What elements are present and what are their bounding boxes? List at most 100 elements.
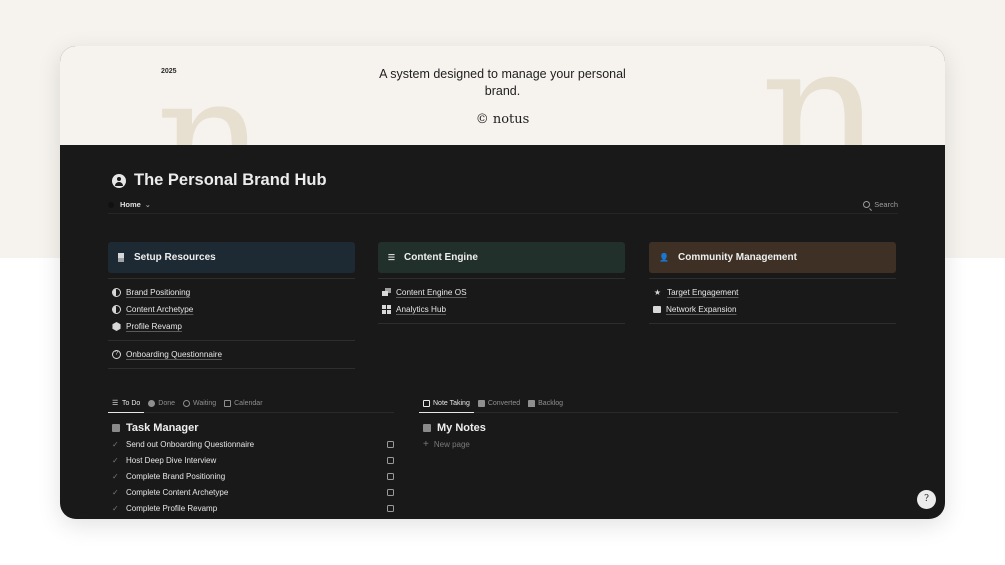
decor-letter-right: n bbox=[760, 46, 882, 145]
page-content: The Personal Brand Hub Home ⌄ Search Set… bbox=[60, 145, 945, 519]
divider bbox=[108, 368, 355, 369]
task-label: Complete Content Archetype bbox=[126, 487, 229, 497]
link-brand-positioning[interactable]: Brand Positioning bbox=[108, 284, 355, 301]
search-label: Search bbox=[874, 200, 898, 209]
link-label: Content Archetype bbox=[126, 305, 194, 314]
checkmark-icon: ✓ bbox=[112, 471, 119, 481]
task-checkbox[interactable] bbox=[387, 488, 394, 496]
tab-label: Calendar bbox=[234, 400, 263, 407]
tab-label: Converted bbox=[487, 400, 521, 407]
task-label: Host Deep Dive Interview bbox=[126, 455, 217, 465]
link-label: Content Engine OS bbox=[396, 288, 467, 297]
list-icon: ☰ bbox=[112, 399, 119, 407]
tab-converted[interactable]: Converted bbox=[474, 395, 524, 413]
checkmark-icon: ✓ bbox=[112, 503, 119, 513]
divider bbox=[378, 323, 625, 324]
link-target-engagement[interactable]: ★ Target Engagement bbox=[649, 284, 896, 301]
task-row[interactable]: ✓ Complete Content Archetype bbox=[108, 484, 394, 500]
task-checkbox[interactable] bbox=[387, 504, 394, 512]
user-circle-icon bbox=[112, 173, 126, 188]
link-analytics-hub[interactable]: Analytics Hub bbox=[378, 301, 625, 318]
notes-database: Note Taking Converted Backlog My Notes +… bbox=[419, 395, 898, 452]
link-list: Brand Positioning Content Archetype Prof… bbox=[108, 279, 355, 335]
tab-label: Waiting bbox=[193, 400, 217, 407]
link-list: Content Engine OS Analytics Hub bbox=[378, 279, 625, 318]
hexagon-icon bbox=[112, 322, 121, 331]
hero-banner: n n 2025 A system designed to manage you… bbox=[60, 46, 945, 145]
task-row[interactable]: ✓ Complete Brand Positioning bbox=[108, 468, 394, 484]
check-circle-icon bbox=[148, 400, 156, 407]
task-view-tabs: ☰ To Do Done Waiting Calendar bbox=[108, 395, 394, 413]
task-checkbox[interactable] bbox=[387, 456, 394, 464]
tab-note-taking[interactable]: Note Taking bbox=[419, 395, 474, 413]
tab-label: Backlog bbox=[538, 400, 564, 407]
contrast-icon bbox=[112, 305, 121, 314]
lock-icon bbox=[528, 400, 536, 407]
home-nav-button[interactable]: Home ⌄ bbox=[108, 200, 151, 209]
content-engine-section: ☰ Content Engine Content Engine OS Analy… bbox=[378, 242, 625, 324]
link-label: Network Expansion bbox=[666, 305, 737, 314]
calendar-icon bbox=[224, 400, 232, 407]
task-row[interactable]: ✓ Host Deep Dive Interview bbox=[108, 452, 394, 468]
callout-title: Content Engine bbox=[404, 252, 478, 263]
notes-icon bbox=[423, 424, 431, 432]
user-check-icon: 👤 bbox=[659, 253, 669, 262]
link-label: Analytics Hub bbox=[396, 305, 447, 314]
notes-view-tabs: Note Taking Converted Backlog bbox=[419, 395, 898, 413]
layers-icon bbox=[382, 288, 391, 297]
stack-icon bbox=[117, 253, 126, 262]
tab-done[interactable]: Done bbox=[144, 395, 179, 413]
link-label: Profile Revamp bbox=[126, 322, 182, 331]
page-title: The Personal Brand Hub bbox=[134, 171, 327, 189]
link-label: Target Engagement bbox=[667, 288, 739, 297]
tab-backlog[interactable]: Backlog bbox=[524, 395, 567, 413]
checkmark-icon: ✓ bbox=[112, 455, 119, 465]
checkmark-icon: ✓ bbox=[112, 439, 119, 449]
setup-resources-section: Setup Resources Brand Positioning Conten… bbox=[108, 242, 355, 369]
community-management-callout: 👤 Community Management bbox=[649, 242, 896, 273]
task-checkbox[interactable] bbox=[387, 440, 394, 448]
new-page-button[interactable]: + New page bbox=[419, 436, 898, 452]
database-title[interactable]: My Notes bbox=[419, 420, 898, 436]
database-title-text: Task Manager bbox=[126, 422, 199, 434]
callout-title: Community Management bbox=[678, 252, 797, 263]
link-network-expansion[interactable]: Network Expansion bbox=[649, 301, 896, 318]
link-label: Onboarding Questionnaire bbox=[126, 350, 223, 359]
task-label: Complete Brand Positioning bbox=[126, 471, 226, 481]
link-content-archetype[interactable]: Content Archetype bbox=[108, 301, 355, 318]
task-row[interactable]: ✓ Send out Onboarding Questionnaire bbox=[108, 436, 394, 452]
list-icon: ☰ bbox=[387, 253, 396, 262]
puzzle-icon bbox=[653, 306, 661, 313]
page-header: The Personal Brand Hub bbox=[112, 171, 327, 190]
square-icon bbox=[423, 399, 430, 407]
content-engine-callout: ☰ Content Engine bbox=[378, 242, 625, 273]
task-label: Complete Profile Revamp bbox=[126, 503, 218, 513]
link-content-engine-os[interactable]: Content Engine OS bbox=[378, 284, 625, 301]
callout-title: Setup Resources bbox=[134, 252, 216, 263]
half-circle-icon bbox=[183, 400, 191, 407]
task-checkbox[interactable] bbox=[387, 472, 394, 480]
link-onboarding-questionnaire[interactable]: ? Onboarding Questionnaire bbox=[108, 346, 355, 363]
link-label: Brand Positioning bbox=[126, 288, 191, 297]
task-row[interactable]: ✓ Complete Profile Revamp bbox=[108, 500, 394, 516]
checkbox-icon bbox=[112, 424, 120, 432]
link-list: ★ Target Engagement Network Expansion bbox=[649, 279, 896, 318]
checkmark-icon: ✓ bbox=[112, 487, 119, 497]
divider bbox=[649, 323, 896, 324]
new-page-label: New page bbox=[433, 439, 470, 449]
tab-to-do[interactable]: ☰ To Do bbox=[108, 395, 145, 413]
plus-icon: + bbox=[423, 438, 429, 450]
page-navbar: Home ⌄ Search bbox=[108, 196, 898, 214]
help-button[interactable]: ? bbox=[917, 490, 936, 509]
tab-label: Note Taking bbox=[433, 399, 470, 407]
task-label: Send out Onboarding Questionnaire bbox=[126, 439, 255, 449]
search-button[interactable]: Search bbox=[863, 200, 898, 209]
link-profile-revamp[interactable]: Profile Revamp bbox=[108, 318, 355, 335]
database-title[interactable]: Task Manager bbox=[108, 420, 394, 436]
question-icon: ? bbox=[112, 350, 121, 359]
hero-year: 2025 bbox=[161, 68, 177, 75]
tab-calendar[interactable]: Calendar bbox=[220, 395, 266, 413]
search-icon bbox=[863, 201, 871, 208]
tab-waiting[interactable]: Waiting bbox=[179, 395, 220, 413]
compass-icon bbox=[112, 288, 121, 297]
